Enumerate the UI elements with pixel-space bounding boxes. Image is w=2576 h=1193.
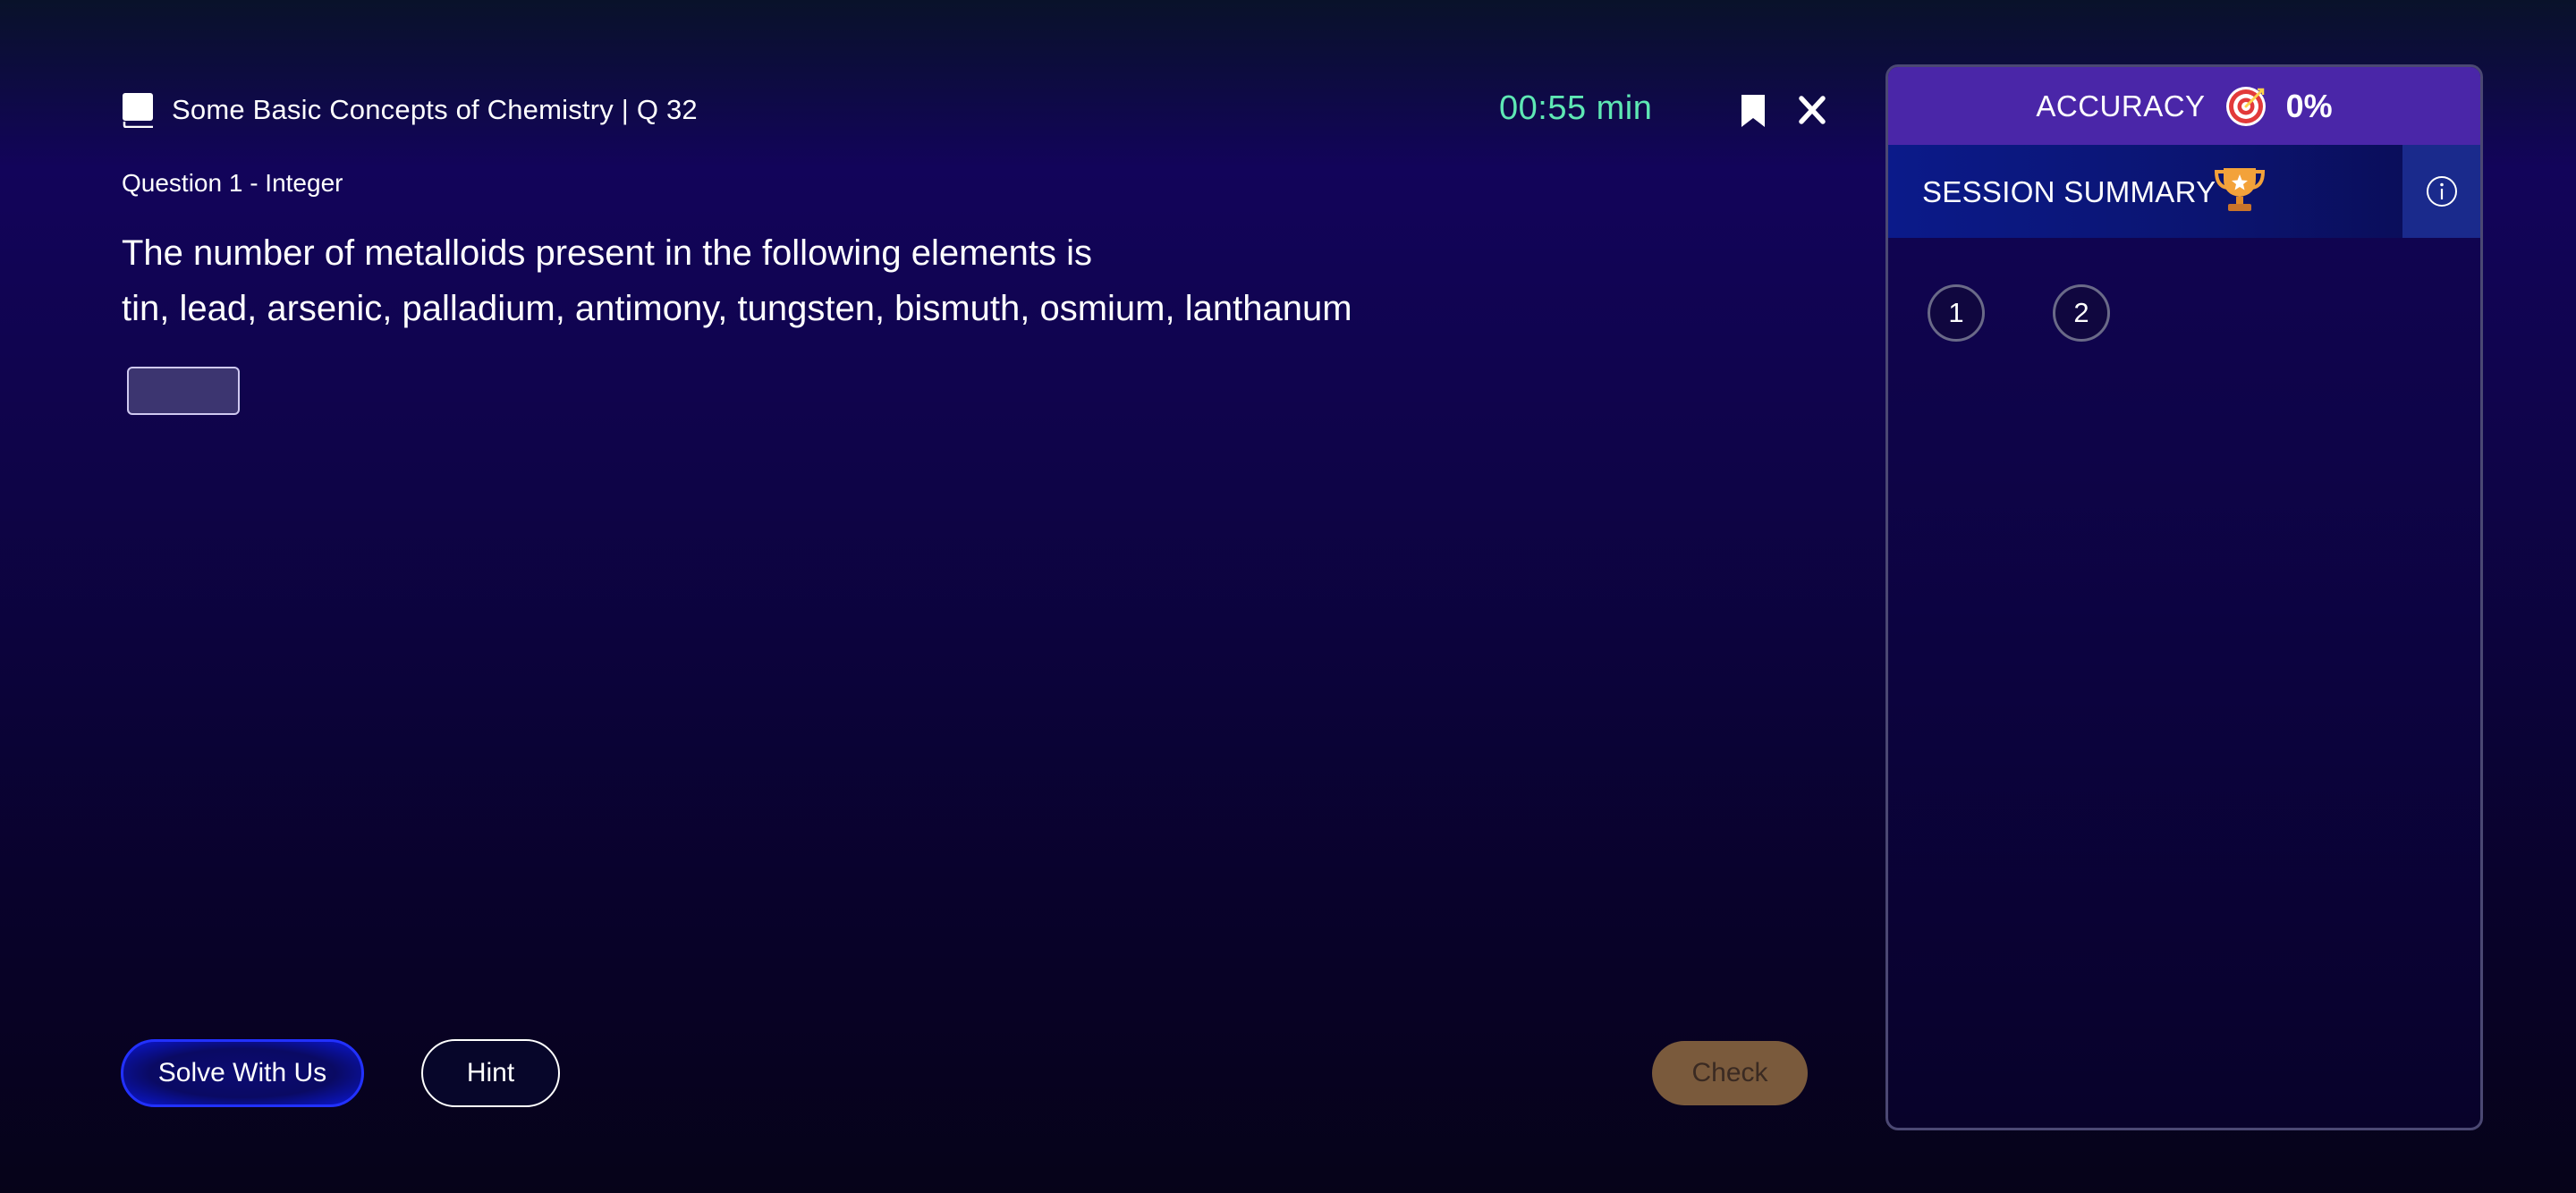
question-text: The number of metalloids present in the … bbox=[122, 225, 1352, 336]
info-icon bbox=[2426, 176, 2457, 207]
target-icon bbox=[2225, 86, 2266, 126]
hint-button[interactable]: Hint bbox=[421, 1039, 560, 1107]
session-summary-bar: SESSION SUMMARY bbox=[1888, 145, 2480, 238]
close-icon[interactable] bbox=[1799, 94, 1826, 126]
accuracy-bar: ACCURACY 0% bbox=[1888, 67, 2480, 145]
topic-header: Some Basic Concepts of Chemistry | Q 32 bbox=[122, 92, 698, 128]
accuracy-label: ACCURACY bbox=[2036, 89, 2206, 123]
book-icon bbox=[123, 93, 153, 128]
question-bubble-1[interactable]: 1 bbox=[1928, 284, 1985, 342]
question-text-line-2: tin, lead, arsenic, palladium, antimony,… bbox=[122, 289, 1352, 328]
session-panel: ACCURACY 0% SESSION SUMMARY 1 2 bbox=[1885, 64, 2483, 1130]
question-bubble-2[interactable]: 2 bbox=[2053, 284, 2110, 342]
solve-with-us-button[interactable]: Solve With Us bbox=[121, 1039, 364, 1107]
info-button[interactable] bbox=[2402, 145, 2480, 238]
question-type-label: Question 1 - Integer bbox=[122, 169, 343, 197]
topic-title: Some Basic Concepts of Chemistry | Q 32 bbox=[172, 94, 698, 125]
trophy-icon bbox=[2214, 168, 2266, 211]
bookmark-icon[interactable] bbox=[1739, 93, 1767, 129]
answer-input[interactable] bbox=[127, 367, 240, 415]
session-summary-label: SESSION SUMMARY bbox=[1922, 175, 2216, 208]
timer: 00:55 min bbox=[1499, 89, 1653, 127]
check-button[interactable]: Check bbox=[1652, 1041, 1808, 1105]
question-text-line-1: The number of metalloids present in the … bbox=[122, 233, 1092, 273]
accuracy-value: 0% bbox=[2285, 87, 2333, 124]
